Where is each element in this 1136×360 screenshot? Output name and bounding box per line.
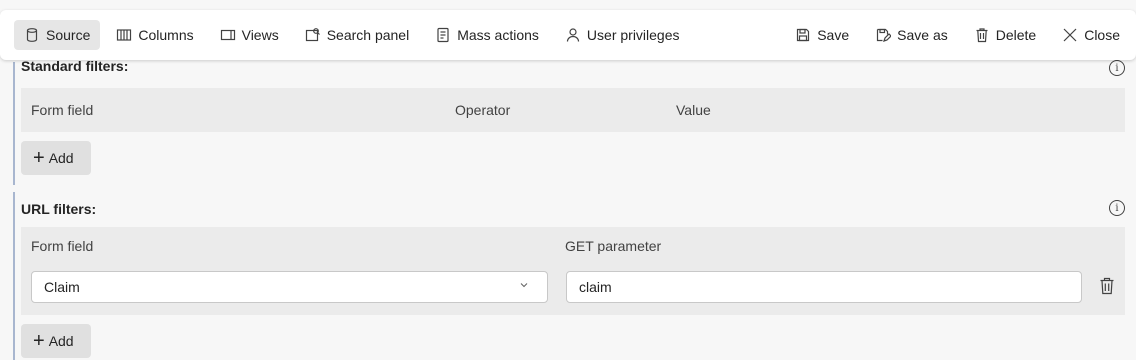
mass-actions-label: Mass actions	[457, 27, 539, 43]
form-field-select[interactable]: Claim	[31, 271, 548, 303]
standard-filters-add-button[interactable]: + Add	[21, 141, 91, 175]
column-header-operator: Operator	[455, 102, 511, 118]
chevron-down-icon	[520, 283, 528, 288]
delete-button[interactable]: Delete	[964, 20, 1046, 50]
save-icon	[797, 28, 810, 42]
close-button[interactable]: Close	[1052, 20, 1130, 50]
form-field-value: Claim	[44, 279, 80, 295]
url-filters-title: URL filters:	[21, 201, 97, 217]
standard-filters-header: Form field Operator Value	[21, 88, 1125, 132]
get-parameter-input[interactable]: claim	[566, 271, 1082, 303]
save-as-icon	[877, 28, 892, 42]
add-label: Add	[48, 333, 74, 349]
section-indicator	[13, 62, 15, 185]
user-privileges-button[interactable]: User privileges	[555, 20, 690, 50]
columns-button[interactable]: Columns	[106, 20, 203, 50]
add-label: Add	[48, 150, 74, 166]
source-button[interactable]: Source	[14, 20, 101, 50]
user-privileges-label: User privileges	[586, 27, 680, 43]
plus-icon: +	[33, 330, 45, 352]
close-icon	[1063, 28, 1077, 42]
column-header-form-field: Form field	[31, 238, 94, 254]
person-icon	[566, 28, 580, 42]
section-indicator	[13, 192, 15, 360]
plus-icon: +	[33, 147, 45, 169]
get-parameter-value: claim	[579, 279, 612, 295]
standard-filters-title: Standard filters:	[21, 58, 129, 74]
standard-filters-info-icon[interactable]: i	[1109, 60, 1125, 76]
url-filters-header: Form field GET parameter	[21, 227, 1125, 265]
save-as-button[interactable]: Save as	[865, 20, 958, 50]
views-button[interactable]: Views	[210, 20, 289, 50]
columns-label: Columns	[138, 27, 194, 43]
search-panel-icon	[305, 28, 320, 42]
close-label: Close	[1084, 27, 1120, 43]
mass-actions-icon	[437, 27, 449, 43]
mass-actions-button[interactable]: Mass actions	[425, 20, 549, 50]
save-label: Save	[817, 27, 850, 43]
views-icon	[220, 29, 235, 41]
columns-icon	[117, 29, 132, 41]
database-icon	[26, 28, 38, 42]
url-filters-info-icon[interactable]: i	[1109, 200, 1125, 216]
search-panel-label: Search panel	[326, 27, 410, 43]
views-label: Views	[241, 27, 279, 43]
source-label: Source	[46, 27, 91, 43]
trash-icon	[976, 28, 988, 43]
url-filters-add-button[interactable]: + Add	[21, 324, 91, 358]
toolbar: Source Columns Views Search panel Mass a…	[0, 10, 1136, 60]
column-header-form-field: Form field	[31, 102, 94, 118]
column-header-value: Value	[676, 102, 711, 118]
trash-icon[interactable]	[1099, 277, 1115, 295]
delete-label: Delete	[995, 27, 1037, 43]
table-row: Claim claim	[21, 265, 1125, 315]
search-panel-button[interactable]: Search panel	[295, 20, 420, 50]
column-header-get-parameter: GET parameter	[565, 238, 662, 254]
save-button[interactable]: Save	[785, 20, 859, 50]
save-as-label: Save as	[897, 27, 948, 43]
